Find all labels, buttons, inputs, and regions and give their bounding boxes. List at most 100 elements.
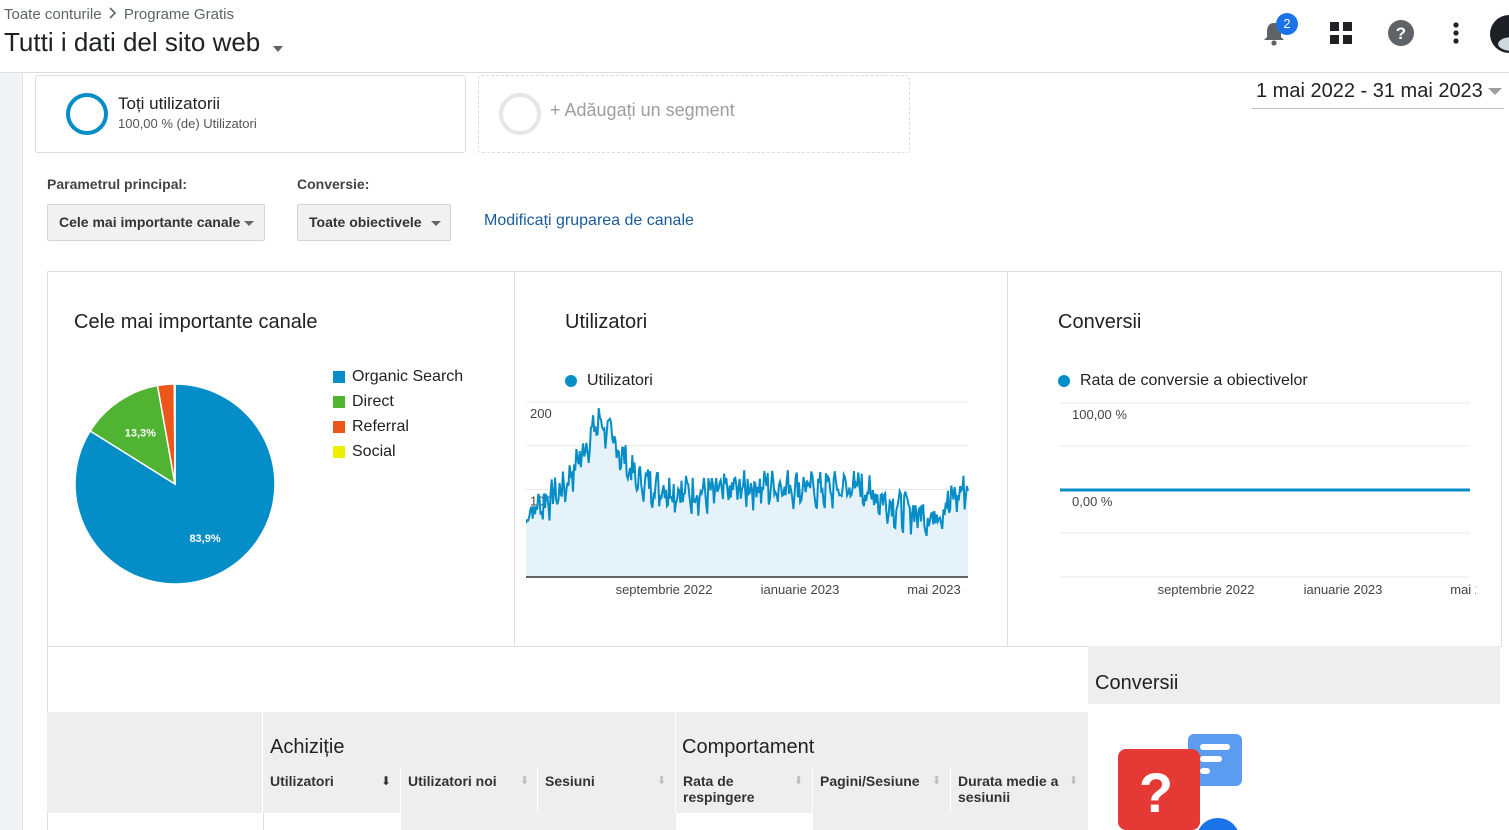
help-icon[interactable]: ? [1386, 18, 1416, 48]
table-row [47, 813, 264, 830]
svg-text:?: ? [1139, 761, 1173, 824]
table-cell [263, 813, 402, 830]
legend-label: Social [352, 443, 396, 460]
col-users[interactable]: Utilizatori [270, 773, 380, 789]
pie-data-label: 13,3% [125, 428, 156, 440]
legend-label: Utilizatori [587, 372, 653, 389]
sort-icon[interactable]: ⬇ [520, 774, 529, 787]
conversions-illustration: ? [1088, 704, 1500, 830]
legend-swatch [333, 396, 345, 408]
x-tick-label: mai 2023 [907, 582, 960, 597]
users-chart-title: Utilizatori [565, 311, 648, 333]
legend-item-social[interactable]: Social [333, 443, 493, 468]
legend-label: Direct [352, 393, 394, 410]
more-vert-icon[interactable] [1441, 18, 1471, 48]
col-avg-session-duration[interactable]: Durata medie a sesiunii [958, 773, 1068, 805]
users-line-chart: 100200septembrie 2022 ianuarie 2023 mai 20… [526, 401, 969, 597]
left-rail [0, 73, 23, 830]
group-behavior: Comportament [682, 736, 815, 758]
table-group-header: Achiziție Comportament [47, 712, 1088, 767]
col-sessions[interactable]: Sesiuni [545, 773, 655, 789]
segment-ring-icon [66, 93, 108, 135]
channels-pie-chart: 83,9% 13,3% [74, 383, 276, 585]
table-cell [951, 813, 1088, 830]
date-range-text: 1 mai 2022 - 31 mai 2023 [1256, 80, 1483, 102]
apps-grid-icon[interactable] [1327, 18, 1357, 48]
legend-item-direct[interactable]: Direct [333, 393, 493, 418]
conversions-side-header: Conversii [1088, 646, 1500, 704]
page-title: Tutti i dati del sito web [4, 27, 261, 57]
question-chat-icon: ? [1118, 734, 1242, 830]
group-acquisition: Achiziție [270, 736, 345, 758]
dropdown-caret-icon [431, 221, 441, 226]
conversions-value: Toate obiectivele [309, 214, 422, 230]
legend-label: Organic Search [352, 368, 464, 385]
legend-swatch [333, 446, 345, 458]
table-top-space [47, 646, 1089, 712]
segment-detail: 100,00 % (de) Utilizatori [118, 116, 257, 131]
x-tick-label: mai 2023 [1450, 582, 1476, 597]
x-tick-label: ianuarie 2023 [761, 582, 840, 597]
col-pages-session[interactable]: Pagini/Sesiune [820, 773, 930, 789]
x-tick-label: septembrie 2022 [616, 582, 713, 597]
segment-name: Toți utilizatorii [118, 94, 221, 113]
add-segment-label: + Adăugați un segment [550, 100, 735, 120]
sort-icon[interactable]: ⬇ [657, 774, 666, 787]
modify-channel-grouping-link[interactable]: Modificați gruparea de canale [484, 212, 694, 230]
pie-chart-title: Cele mai importante canale [74, 311, 318, 333]
y-tick-label: 100,00 % [1072, 407, 1127, 422]
view-selector[interactable]: Tutti i dati del sito web [4, 27, 284, 60]
legend-label: Referral [352, 418, 409, 435]
chevron-right-icon [106, 6, 120, 23]
legend-dot [565, 375, 577, 387]
sort-icon[interactable]: ⬇ [932, 774, 941, 787]
conversions-chart-title: Conversii [1058, 311, 1142, 333]
breadcrumb-item-accounts[interactable]: Toate conturile [4, 6, 102, 23]
segment-card-all-users[interactable]: Toți utilizatorii 100,00 % (de) Utilizat… [35, 75, 466, 153]
date-caret-icon [1488, 88, 1502, 95]
table-cell [676, 813, 813, 830]
pie-slice-social[interactable] [173, 383, 176, 485]
table-cell [401, 813, 538, 830]
col-new-users[interactable]: Utilizatori noi [408, 773, 518, 789]
legend-swatch [333, 421, 345, 433]
side-panel-title: Conversii [1095, 672, 1179, 694]
y-tick-label: 0,00 % [1072, 494, 1113, 509]
sort-icon[interactable]: ⬇ [1069, 774, 1078, 787]
conversions-line-chart: 100,00 % 0,00 % septembrie 2022 ianuarie 20… [1060, 402, 1476, 597]
table-column-header: Utilizatori ⬇ Utilizatori noi ⬇ Sesiuni … [47, 767, 1088, 830]
svg-text:?: ? [1396, 24, 1406, 43]
x-tick-label: ianuarie 2023 [1304, 582, 1383, 597]
pie-legend: Organic Search Direct Referral Social [333, 368, 493, 468]
avatar[interactable] [1490, 15, 1509, 53]
charts-panel: Cele mai importante canale 83,9% 13,3% Or… [47, 271, 1502, 647]
breadcrumb: Toate conturile Programe Gratis [4, 6, 234, 23]
table-cell [538, 813, 676, 830]
legend-dot [1058, 375, 1070, 387]
primary-dimension-dropdown[interactable]: Cele mai importante canale [47, 204, 265, 241]
sort-desc-icon[interactable]: ⬇ [381, 774, 391, 788]
col-bounce-rate[interactable]: Rata de respingere [683, 773, 783, 805]
empty-segment-ring-icon [499, 93, 541, 135]
sort-icon[interactable]: ⬇ [794, 774, 803, 787]
conversions-label: Conversie: [297, 176, 370, 192]
legend-item-organic[interactable]: Organic Search [333, 368, 493, 393]
legend-item-referral[interactable]: Referral [333, 418, 493, 443]
caret-down-icon [272, 29, 284, 60]
pie-data-label: 83,9% [189, 533, 220, 545]
date-range-picker[interactable]: 1 mai 2022 - 31 mai 2023 [1252, 78, 1504, 109]
breadcrumb-item-property[interactable]: Programe Gratis [124, 6, 234, 23]
divider [1007, 272, 1008, 646]
table-cell [813, 813, 951, 830]
y-tick-label: 200 [530, 406, 552, 421]
top-header: Toate conturile Programe Gratis Tutti i … [0, 0, 1509, 73]
add-segment-button[interactable]: + Adăugați un segment [478, 75, 910, 153]
primary-dimension-value: Cele mai importante canale [59, 214, 241, 230]
dropdown-caret-icon [244, 221, 254, 226]
legend-label: Rata de conversie a obiectivelor [1080, 372, 1308, 389]
notification-badge: 2 [1276, 13, 1298, 35]
divider [514, 272, 515, 646]
legend-swatch [333, 371, 345, 383]
conversions-dropdown[interactable]: Toate obiectivele [297, 204, 451, 241]
primary-dimension-label: Parametrul principal: [47, 176, 188, 192]
